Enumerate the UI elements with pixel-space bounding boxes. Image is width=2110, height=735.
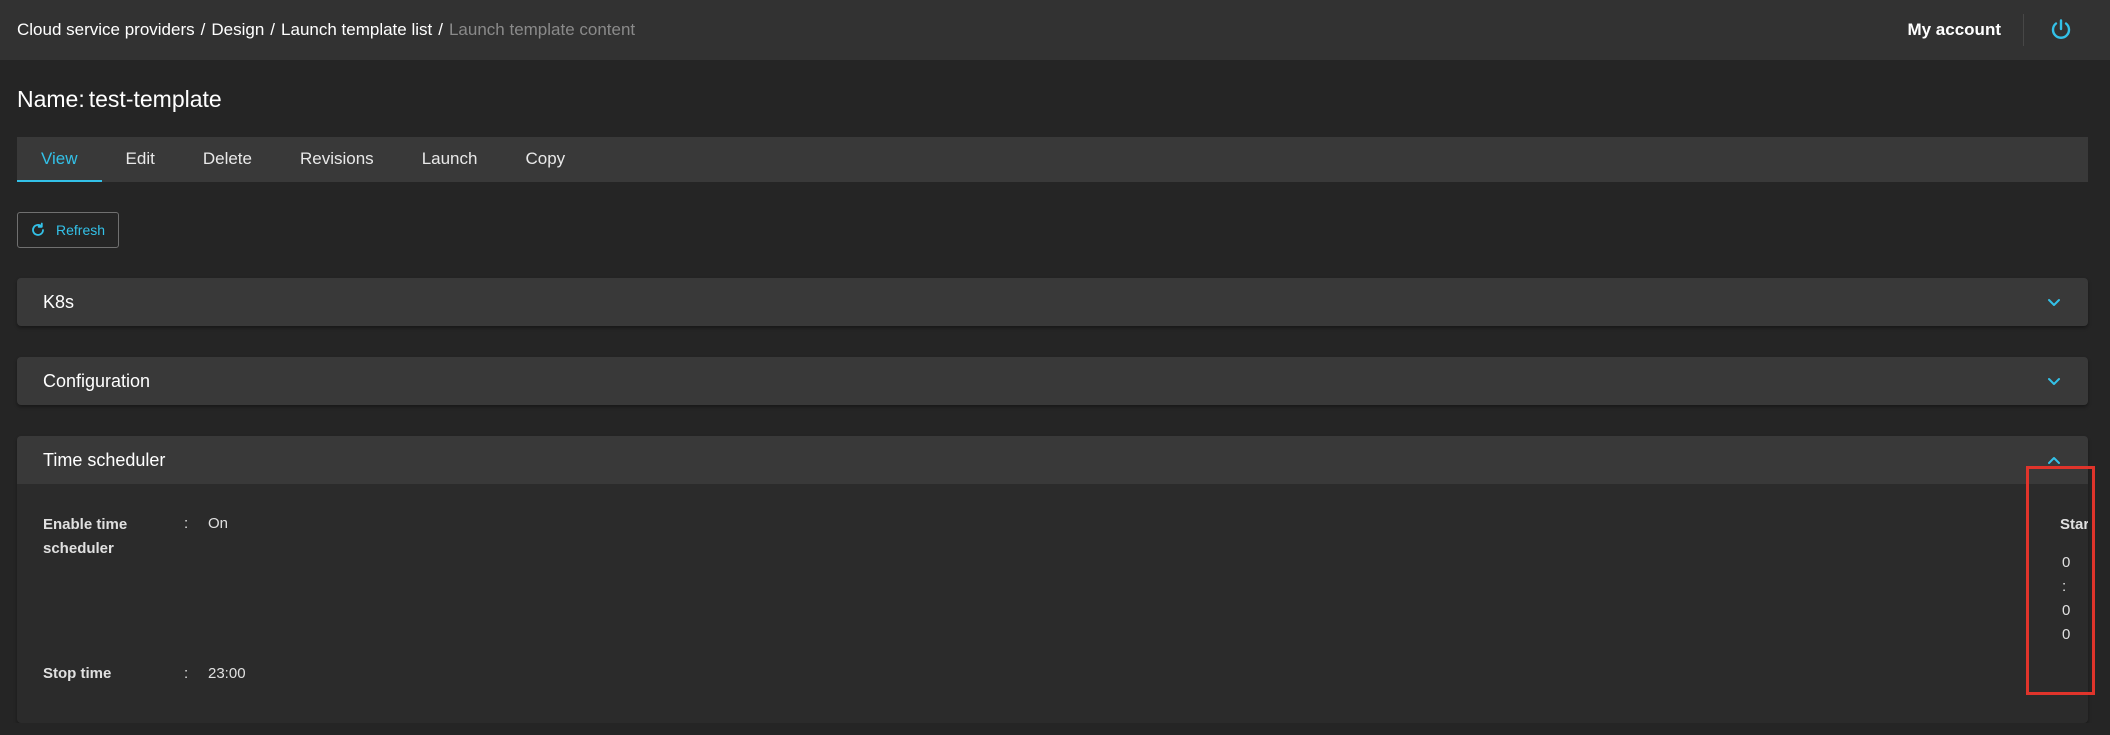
tab-edit[interactable]: Edit [102,137,179,182]
field-colon: : [184,665,189,682]
configuration-panel-title: Configuration [43,370,151,391]
start-time-digit: 0 [2062,554,2071,571]
k8s-panel-header[interactable]: K8s [17,278,2088,326]
breadcrumb-design[interactable]: Design [211,20,264,40]
my-account-link[interactable]: My account [1907,14,2024,46]
stop-time-value: 23:00 [208,665,246,682]
top-header: Cloud service providers / Design / Launc… [0,0,2110,60]
action-tabs: View Edit Delete Revisions Launch Copy [17,137,2088,182]
breadcrumb-separator: / [200,20,206,39]
breadcrumb-separator: / [438,20,443,39]
enable-time-scheduler-value: On [208,515,229,532]
breadcrumb: Cloud service providers / Design / Launc… [17,20,635,40]
tab-delete[interactable]: Delete [179,137,276,182]
header-actions: My account [1907,0,2093,60]
stop-time-label: Stop time [43,665,112,682]
chevron-down-icon[interactable] [2046,373,2062,389]
page-title-label: Name: [17,86,85,112]
time-scheduler-body: Enable time scheduler : On Stop time : 2… [17,484,2088,723]
start-time-digit: : [2062,578,2067,595]
start-time-column: Start time 0 : 0 0 [2060,513,2088,647]
time-scheduler-panel-header[interactable]: Time scheduler [17,436,2088,484]
start-time-value: 0 : 0 0 [2060,551,2088,647]
tab-launch[interactable]: Launch [398,137,502,182]
configuration-panel: Configuration [17,357,2088,405]
enable-label-line2: scheduler [43,540,114,557]
breadcrumb-cloud-service-providers[interactable]: Cloud service providers [17,20,195,40]
tab-copy[interactable]: Copy [501,137,589,182]
start-time-digit: 0 [2062,626,2071,643]
time-scheduler-panel-title: Time scheduler [43,449,166,470]
chevron-up-icon[interactable] [2046,452,2062,468]
page-title-value: test-template [88,86,222,112]
breadcrumb-launch-template-list[interactable]: Launch template list [281,20,432,40]
time-scheduler-panel: Time scheduler Enable time scheduler : O… [17,436,2088,723]
chevron-down-icon[interactable] [2046,294,2062,310]
enable-label-line1: Enable time [43,516,128,533]
tab-revisions[interactable]: Revisions [276,137,398,182]
power-icon[interactable] [2046,15,2076,45]
k8s-panel-title: K8s [43,291,75,312]
enable-time-scheduler-label: Enable time scheduler [43,513,127,561]
start-time-label: Start time [2060,516,2088,533]
page-title: Name: test-template [17,86,222,113]
breadcrumb-launch-template-content: Launch template content [448,20,636,39]
refresh-icon [30,222,46,238]
start-time-digit: 0 [2062,602,2071,619]
refresh-button[interactable]: Refresh [17,212,119,248]
configuration-panel-header[interactable]: Configuration [17,357,2088,405]
breadcrumb-separator: / [270,20,276,39]
tab-view[interactable]: View [17,137,102,182]
page-bottom [0,723,2110,735]
refresh-button-label: Refresh [56,222,106,238]
k8s-panel: K8s [17,278,2088,326]
field-colon: : [184,515,189,532]
